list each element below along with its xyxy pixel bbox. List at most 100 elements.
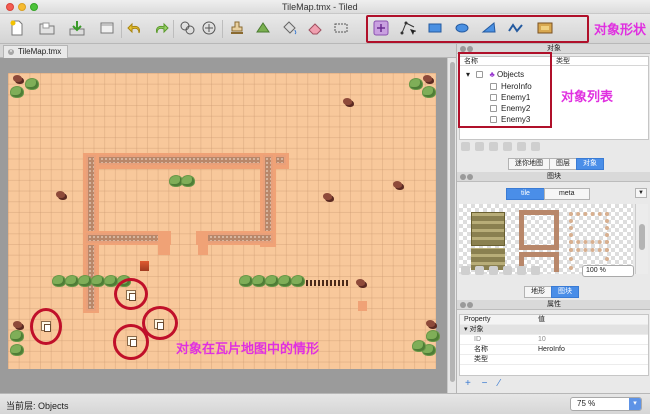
delete-icon[interactable] bbox=[489, 142, 498, 151]
rock bbox=[423, 75, 432, 82]
property-row[interactable]: ID 10 bbox=[460, 335, 648, 345]
rock bbox=[13, 75, 22, 82]
rectangle-icon[interactable] bbox=[426, 19, 444, 37]
raise-icon[interactable] bbox=[503, 142, 512, 151]
tab-minimap[interactable]: 迷你地图 bbox=[508, 158, 550, 170]
random-mode-icon[interactable] bbox=[178, 19, 196, 37]
properties-section[interactable]: ▾ 对象 bbox=[460, 325, 648, 335]
tab-objects[interactable]: 对象 bbox=[576, 158, 604, 170]
zoom-window-button[interactable] bbox=[30, 3, 38, 11]
map-vertical-scrollbar[interactable] bbox=[447, 58, 456, 393]
add-object-layer-icon[interactable] bbox=[461, 142, 470, 151]
minimize-window-button[interactable] bbox=[18, 3, 26, 11]
polyline-icon[interactable] bbox=[507, 19, 525, 37]
tileset-tab-meta[interactable]: meta bbox=[543, 188, 590, 200]
title-bar: TileMap.tmx - Tiled bbox=[0, 0, 650, 14]
panel-float-icon[interactable] bbox=[467, 174, 473, 180]
property-row[interactable]: 名称 HeroInfo bbox=[460, 345, 648, 355]
tile-path[interactable] bbox=[569, 212, 609, 244]
scroll-thumb[interactable] bbox=[639, 224, 645, 250]
wall-top bbox=[86, 155, 286, 165]
wall-stub-shadow bbox=[158, 231, 170, 255]
new-file-icon[interactable] bbox=[8, 19, 26, 37]
panel-float-icon[interactable] bbox=[467, 302, 473, 308]
tab-layers[interactable]: 图层 bbox=[549, 158, 577, 170]
terrain-brush-icon[interactable] bbox=[254, 19, 272, 37]
tileset-zoom[interactable]: 100 % bbox=[582, 265, 634, 277]
stamp-brush-icon[interactable] bbox=[228, 19, 246, 37]
wang-icon[interactable] bbox=[200, 19, 218, 37]
tileset-tab-tile[interactable]: tile bbox=[506, 188, 545, 200]
tileset-menu-icon[interactable]: ▼ bbox=[635, 188, 647, 198]
insert-object-icon[interactable] bbox=[372, 19, 390, 37]
save-icon[interactable] bbox=[68, 19, 86, 37]
export-icon[interactable] bbox=[98, 19, 116, 37]
tab-terrain[interactable]: 地形 bbox=[524, 286, 552, 298]
close-window-button[interactable] bbox=[6, 3, 14, 11]
bush bbox=[266, 276, 278, 286]
bush bbox=[279, 276, 291, 286]
rename-property-icon[interactable]: ⁄ bbox=[498, 378, 500, 389]
property-row[interactable]: 类型 bbox=[460, 355, 648, 365]
tiles-panel-header: 图块 bbox=[457, 172, 650, 182]
list-annotation: 对象列表 bbox=[561, 90, 614, 105]
zoom-select[interactable]: 75 % ▾ bbox=[570, 397, 642, 411]
import-icon[interactable] bbox=[475, 266, 484, 275]
bush bbox=[66, 276, 78, 286]
undo-icon[interactable] bbox=[126, 19, 144, 37]
panel-close-icon[interactable] bbox=[460, 302, 466, 308]
ellipse-icon[interactable] bbox=[453, 19, 471, 37]
chevron-down-icon[interactable]: ▾ bbox=[629, 398, 641, 410]
window-title: TileMap.tmx - Tiled bbox=[282, 2, 358, 12]
tileset-view[interactable] bbox=[459, 204, 633, 274]
properties-table[interactable]: Property 值 ▾ 对象 ID 10 名称 HeroInfo 类型 bbox=[459, 314, 649, 376]
bush bbox=[410, 79, 422, 89]
tile-map-canvas[interactable] bbox=[8, 73, 439, 369]
polygon-icon[interactable] bbox=[480, 19, 498, 37]
tile-brick[interactable] bbox=[471, 212, 505, 246]
bush bbox=[413, 341, 425, 351]
map-annotation: 对象在瓦片地图中的情形 bbox=[176, 342, 320, 357]
fence bbox=[306, 280, 350, 286]
lower-icon[interactable] bbox=[517, 142, 526, 151]
tiled-window: TileMap.tmx - Tiled 对象形状 × TileMap.tmx 对… bbox=[0, 0, 650, 414]
tab-close-icon[interactable]: × bbox=[8, 49, 14, 55]
tab-tilemap[interactable]: × TileMap.tmx bbox=[3, 45, 69, 58]
add-property-icon[interactable]: + bbox=[465, 378, 471, 389]
insert-tile-icon[interactable] bbox=[536, 19, 554, 37]
redo-icon[interactable] bbox=[152, 19, 170, 37]
map-view[interactable]: 对象在瓦片地图中的情形 bbox=[0, 58, 447, 393]
tileset-actions bbox=[461, 266, 545, 276]
bucket-fill-icon[interactable] bbox=[280, 19, 298, 37]
property-actions: + − ⁄ bbox=[465, 378, 500, 389]
bush bbox=[182, 176, 194, 186]
document-tabs: × TileMap.tmx bbox=[0, 44, 456, 58]
bush bbox=[253, 276, 265, 286]
current-layer-label: 当前层: Objects bbox=[6, 401, 69, 411]
main-toolbar: 对象形状 bbox=[0, 14, 650, 44]
signpost bbox=[140, 261, 149, 271]
export-icon[interactable] bbox=[489, 266, 498, 275]
tab-tiles[interactable]: 图块 bbox=[551, 286, 579, 298]
tileset-scrollbar[interactable] bbox=[635, 204, 648, 274]
color-icon[interactable] bbox=[531, 266, 540, 275]
edit-polygon-icon[interactable] bbox=[399, 19, 417, 37]
remove-property-icon[interactable]: − bbox=[482, 378, 488, 389]
bush bbox=[26, 79, 38, 89]
tile-wall[interactable] bbox=[519, 210, 559, 250]
scroll-thumb[interactable] bbox=[450, 62, 455, 382]
bush bbox=[11, 331, 23, 341]
properties-icon[interactable] bbox=[531, 142, 540, 151]
properties-panel-header: 属性 bbox=[457, 300, 650, 310]
duplicate-icon[interactable] bbox=[475, 142, 484, 151]
panel-close-icon[interactable] bbox=[460, 174, 466, 180]
bush bbox=[79, 276, 91, 286]
new-tileset-icon[interactable] bbox=[461, 266, 470, 275]
open-folder-icon[interactable] bbox=[38, 19, 56, 37]
delete-tileset-icon[interactable] bbox=[517, 266, 526, 275]
highlight-ring bbox=[113, 324, 149, 360]
eraser-icon[interactable] bbox=[306, 19, 324, 37]
status-bar: 当前层: Objects 75 % ▾ bbox=[0, 393, 650, 414]
edit-terrain-icon[interactable] bbox=[503, 266, 512, 275]
rect-select-icon[interactable] bbox=[332, 19, 350, 37]
